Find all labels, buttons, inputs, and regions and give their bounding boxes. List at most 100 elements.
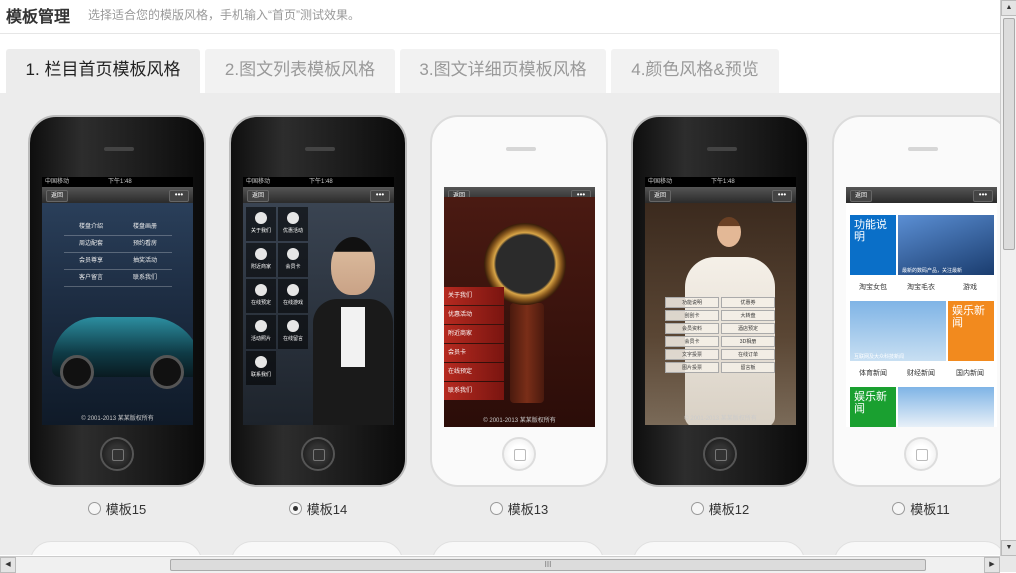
template-choice-15[interactable]: 模板15 bbox=[28, 499, 206, 518]
back-button: 返回 bbox=[850, 190, 873, 202]
template-card-13[interactable]: 返回 ••• 关于我们 优惠活动 附近商家 会员卡 在线预定 联系我们 © 20… bbox=[430, 115, 608, 518]
menu-tile: 优惠活动 bbox=[278, 207, 308, 241]
model-image bbox=[313, 237, 393, 425]
menu-item: 关于我们 bbox=[444, 287, 504, 305]
radio-button[interactable] bbox=[690, 502, 704, 515]
menu-item: 联系我们 bbox=[250, 372, 271, 378]
vertical-scroll-thumb[interactable] bbox=[1003, 18, 1015, 250]
template-choice-13[interactable]: 模板13 bbox=[430, 499, 608, 518]
menu-item: 优惠活动 bbox=[282, 228, 303, 234]
template-label: 模板15 bbox=[105, 502, 147, 517]
menu-item: 活动照片 bbox=[250, 336, 271, 342]
scroll-left-icon[interactable]: ◀ bbox=[0, 557, 16, 573]
menu-item: 在线订单 bbox=[721, 349, 775, 360]
horizontal-scrollbar[interactable]: ◀ III ▶ bbox=[0, 556, 1000, 573]
tab-list[interactable]: 2.图文列表模板风格 bbox=[205, 49, 395, 93]
news-tile: 最新的数码产品，关注最新 bbox=[898, 215, 994, 275]
gamepad-icon bbox=[287, 284, 299, 296]
menu-item: 会员资料 bbox=[665, 323, 719, 334]
phone-screen: 中国移动 下午1:48 返回 ••• 关于我们 优惠活动 附近商家 会员卡 在线… bbox=[243, 177, 394, 425]
home-button-icon bbox=[100, 437, 134, 471]
template-choice-14[interactable]: 模板14 bbox=[229, 499, 407, 518]
template-card-11[interactable]: 返回 ••• 功能说明 最新的数码产品，关注最新 淘宝女包 淘宝毛衣 游戏 互联… bbox=[832, 115, 1000, 518]
scroll-up-icon[interactable]: ▲ bbox=[1001, 0, 1016, 16]
carrier-label: 中国移动 bbox=[246, 179, 271, 185]
tile-label: 淘宝毛衣 bbox=[898, 279, 944, 297]
nav-bar: 返回 ••• bbox=[846, 187, 997, 203]
template-menu: 关于我们 优惠活动 附近商家 会员卡 在线预定 联系我们 bbox=[444, 287, 504, 401]
sport-tile: 娱乐新闻 bbox=[850, 387, 896, 427]
page-hint: 选择适合您的模版风格，手机输入“首页”测试效果。 bbox=[88, 8, 360, 22]
carrier-label: 中国移动 bbox=[45, 179, 70, 185]
time-label: 下午1:48 bbox=[309, 179, 333, 185]
template-label: 模板13 bbox=[507, 502, 549, 517]
gift-icon bbox=[287, 212, 299, 224]
horizontal-scroll-thumb[interactable]: III bbox=[170, 559, 926, 571]
menu-item: 抽奖活动 bbox=[118, 253, 172, 270]
scroll-right-icon[interactable]: ▶ bbox=[984, 557, 1000, 573]
menu-item: 优惠券 bbox=[721, 297, 775, 308]
speaker bbox=[104, 147, 134, 151]
menu-item: 大转盘 bbox=[721, 310, 775, 321]
menu-item: 客户留言 bbox=[64, 270, 118, 287]
more-icon: ••• bbox=[973, 190, 993, 202]
speaker bbox=[707, 147, 737, 151]
home-button-icon bbox=[703, 437, 737, 471]
phone-screen: 中国移动 下午1:48 返回 ••• 功能说明 优惠券 刮刮卡 大转盘 会员资料… bbox=[645, 177, 796, 425]
back-button: 返回 bbox=[46, 190, 69, 202]
template-label: 模板14 bbox=[306, 502, 348, 517]
tile-label: 国内新闻 bbox=[946, 365, 994, 383]
menu-item: 在线留言 bbox=[282, 336, 303, 342]
menu-item: 在线游戏 bbox=[282, 300, 303, 306]
back-button: 返回 bbox=[649, 190, 672, 202]
back-button: 返回 bbox=[247, 190, 270, 202]
car-wheel bbox=[60, 355, 94, 389]
nav-bar: 返回 ••• bbox=[42, 187, 193, 203]
menu-item: 会员卡 bbox=[665, 336, 719, 347]
vertical-scrollbar[interactable]: ▲ ▼ bbox=[1000, 0, 1016, 556]
chat-icon bbox=[287, 320, 299, 332]
radio-button[interactable] bbox=[489, 502, 503, 515]
nav-bar: 返回 ••• bbox=[243, 187, 394, 203]
next-row-phone bbox=[633, 541, 805, 555]
tab-column-home[interactable]: 1. 栏目首页模板风格 bbox=[6, 49, 200, 93]
model-head bbox=[331, 237, 375, 295]
tile-label: 游戏 bbox=[946, 279, 994, 297]
menu-item: 预约看房 bbox=[118, 236, 172, 253]
template-gallery: 中国移动 下午1:48 返回 ••• 楼盘介绍 楼盘画册 周边配套 预约看房 会… bbox=[0, 93, 1000, 555]
template-card-12[interactable]: 中国移动 下午1:48 返回 ••• 功能说明 优惠券 刮刮卡 大转盘 会员资料… bbox=[631, 115, 809, 518]
scroll-down-icon[interactable]: ▼ bbox=[1001, 540, 1016, 556]
more-icon: ••• bbox=[772, 190, 792, 202]
template-menu: 关于我们 优惠活动 附近商家 会员卡 在线预定 在线游戏 活动照片 在线留言 联… bbox=[246, 207, 310, 387]
bride-head bbox=[717, 217, 741, 247]
copyright-text: © 2001-2013 某某版权所有 bbox=[684, 416, 757, 422]
menu-item: 图片投票 bbox=[665, 362, 719, 373]
phone-screen: 中国移动 下午1:48 返回 ••• 楼盘介绍 楼盘画册 周边配套 预约看房 会… bbox=[42, 177, 193, 425]
time-label: 下午1:48 bbox=[711, 179, 735, 185]
cutlery-icon bbox=[255, 284, 267, 296]
radio-button[interactable] bbox=[288, 502, 302, 515]
radio-button[interactable] bbox=[892, 502, 906, 515]
speaker bbox=[908, 147, 938, 151]
nav-bar: 返回 ••• bbox=[645, 187, 796, 203]
menu-item: 优惠活动 bbox=[444, 306, 504, 324]
scrollbar-corner bbox=[1000, 556, 1016, 572]
speaker bbox=[305, 147, 335, 151]
tab-detail[interactable]: 3.图文详细页模板风格 bbox=[400, 49, 606, 93]
menu-tile: 活动照片 bbox=[246, 315, 276, 349]
template-card-15[interactable]: 中国移动 下午1:48 返回 ••• 楼盘介绍 楼盘画册 周边配套 预约看房 会… bbox=[28, 115, 206, 518]
template-choice-11[interactable]: 模板11 bbox=[832, 499, 1000, 518]
template-card-14[interactable]: 中国移动 下午1:48 返回 ••• 关于我们 优惠活动 附近商家 会员卡 在线… bbox=[229, 115, 407, 518]
radio-button[interactable] bbox=[87, 502, 101, 515]
menu-tile: 联系我们 bbox=[246, 351, 276, 385]
tile-label: 淘宝女包 bbox=[850, 279, 896, 297]
home-button-icon bbox=[904, 437, 938, 471]
menu-item: 酒店预定 bbox=[721, 323, 775, 334]
menu-tile: 关于我们 bbox=[246, 207, 276, 241]
tab-color-preview[interactable]: 4.颜色风格&预览 bbox=[611, 49, 779, 93]
card-icon bbox=[287, 248, 299, 260]
globe-icon bbox=[255, 248, 267, 260]
car-wheel bbox=[150, 355, 184, 389]
template-choice-12[interactable]: 模板12 bbox=[631, 499, 809, 518]
page-title: 模板管理 bbox=[6, 9, 71, 26]
